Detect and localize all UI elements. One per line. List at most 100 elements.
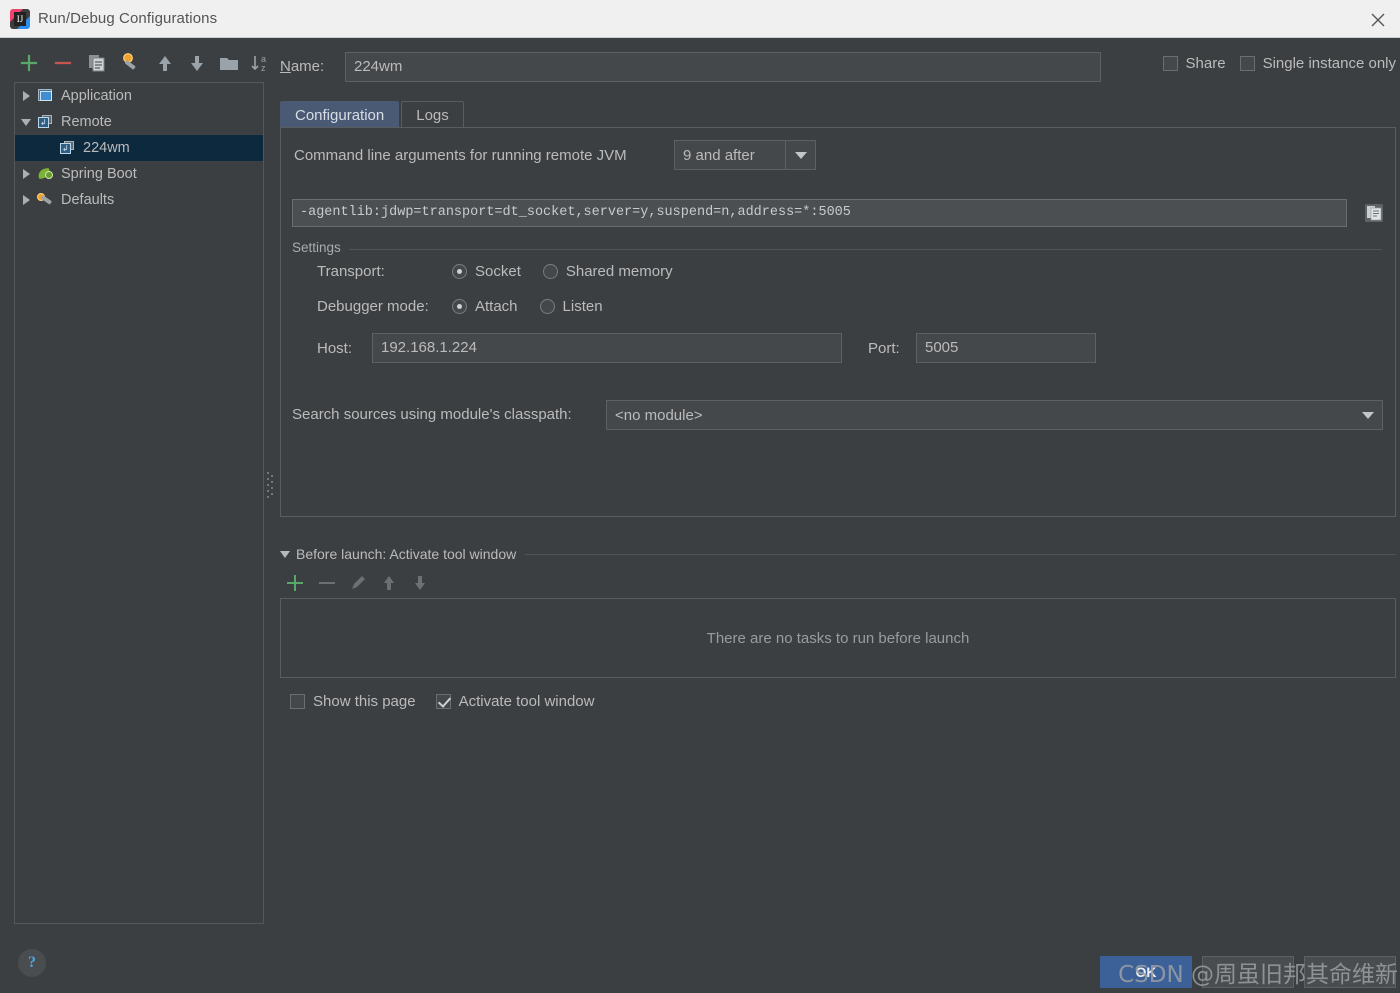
port-input[interactable]: 5005 (916, 333, 1096, 363)
tree-item-224wm[interactable]: ↲ 224wm (15, 135, 263, 161)
debugger-mode-label: Debugger mode: (317, 298, 429, 315)
copy-configuration-button[interactable] (84, 50, 110, 76)
remove-task-button[interactable] (315, 571, 339, 595)
show-this-page-label: Show this page (313, 693, 416, 710)
single-instance-checkbox[interactable]: Single instance only (1239, 55, 1396, 72)
module-classpath-value: <no module> (615, 406, 703, 424)
svg-text:z: z (261, 63, 266, 73)
share-checkbox[interactable]: Share (1162, 55, 1226, 72)
port-label: Port: (868, 339, 900, 357)
move-up-button[interactable] (152, 50, 178, 76)
debugger-mode-attach-radio[interactable]: Attach (452, 298, 518, 315)
help-icon: ? (28, 954, 36, 971)
transport-socket-radio[interactable]: Socket (452, 263, 521, 280)
expand-arrow-icon[interactable] (15, 195, 37, 205)
application-icon (37, 88, 55, 104)
name-input[interactable]: 224wm (345, 52, 1101, 82)
move-task-down-button[interactable] (408, 571, 432, 595)
transport-socket-label: Socket (475, 263, 521, 280)
chevron-down-icon[interactable] (1354, 401, 1382, 429)
new-folder-button[interactable] (216, 50, 242, 76)
tree-item-application[interactable]: Application (15, 83, 263, 109)
show-this-page-checkbox[interactable]: Show this page (290, 693, 416, 710)
ok-button[interactable]: OK (1100, 956, 1192, 988)
wrench-icon (37, 192, 55, 208)
jdk-version-dropdown[interactable]: 9 and after (674, 140, 816, 170)
transport-row: Transport: Socket Shared memory (317, 263, 673, 280)
jvm-arguments-field[interactable]: -agentlib:jdwp=transport=dt_socket,serve… (292, 199, 1347, 227)
tree-item-remote[interactable]: ↲ Remote (15, 109, 263, 135)
title-bar: IJ Run/Debug Configurations (0, 0, 1400, 38)
activate-tool-window-checkbox[interactable]: Activate tool window (435, 693, 595, 710)
tree-item-label: Spring Boot (61, 166, 137, 182)
host-port-row: Host: 192.168.1.224 Port: 5005 (317, 333, 1096, 363)
chevron-down-icon[interactable] (785, 141, 815, 169)
move-task-up-button[interactable] (377, 571, 401, 595)
before-launch-empty-text: There are no tasks to run before launch (706, 629, 970, 647)
single-instance-checkbox-box[interactable] (1239, 56, 1255, 71)
transport-shared-memory-radio-box[interactable] (542, 264, 558, 279)
pencil-icon[interactable] (346, 571, 370, 595)
share-checkbox-box[interactable] (1162, 56, 1178, 71)
transport-shared-memory-radio[interactable]: Shared memory (542, 263, 673, 280)
debugger-mode-row: Debugger mode: Attach Listen (317, 298, 603, 315)
debugger-mode-listen-radio-box[interactable] (539, 299, 555, 314)
before-launch-header: Before launch: Activate tool window (280, 545, 1396, 563)
spring-boot-icon (37, 166, 55, 182)
expand-arrow-icon[interactable] (15, 169, 37, 179)
tree-item-label: Remote (61, 114, 112, 130)
debugger-mode-listen-label: Listen (562, 298, 603, 315)
add-configuration-button[interactable] (16, 50, 42, 76)
debugger-mode-attach-label: Attach (475, 298, 518, 315)
edit-defaults-button[interactable] (118, 50, 144, 76)
cancel-button[interactable]: Cancel (1202, 956, 1294, 988)
command-line-arguments-label: Command line arguments for running remot… (294, 147, 627, 164)
move-down-button[interactable] (184, 50, 210, 76)
share-label: Share (1185, 55, 1226, 72)
tree-item-label: Defaults (61, 192, 115, 208)
tab-configuration[interactable]: Configuration (280, 101, 400, 128)
dialog-buttons: OK Cancel Apply (1100, 956, 1396, 988)
panel-splitter-handle[interactable] (264, 470, 274, 506)
transport-socket-radio-box[interactable] (452, 264, 467, 279)
collapse-arrow-icon[interactable] (15, 118, 37, 126)
host-input[interactable]: 192.168.1.224 (372, 333, 842, 363)
add-task-button[interactable] (283, 571, 307, 595)
help-button[interactable]: ? (18, 949, 46, 977)
remote-icon: ↲ (37, 114, 55, 130)
single-instance-label: Single instance only (1262, 55, 1396, 72)
run-debug-configurations-dialog: IJ Run/Debug Configurations a z Applicat… (0, 0, 1400, 993)
header-checkboxes: Share Single instance only (1162, 55, 1396, 72)
collapse-arrow-icon[interactable] (280, 550, 290, 558)
before-launch-checkboxes: Show this page Activate tool window (290, 693, 594, 710)
sort-alpha-icon[interactable]: a z (248, 50, 274, 76)
activate-tool-window-label: Activate tool window (458, 693, 595, 710)
remove-configuration-button[interactable] (50, 50, 76, 76)
name-label: Name: (280, 58, 325, 75)
settings-group-title: Settings (292, 240, 349, 255)
intellij-idea-icon: IJ (10, 9, 30, 29)
debugger-mode-listen-radio[interactable]: Listen (539, 298, 603, 315)
configurations-tree[interactable]: Application ↲ Remote ↲ 224wm Spring Boot (14, 82, 264, 924)
tab-bar: Configuration Logs (280, 100, 464, 128)
before-launch-title: Before launch: Activate tool window (296, 546, 517, 562)
tree-item-label: 224wm (83, 140, 130, 156)
before-launch-toolbar (283, 571, 683, 597)
copy-to-clipboard-icon[interactable] (1360, 199, 1388, 227)
host-label: Host: (317, 339, 353, 357)
tree-item-defaults[interactable]: Defaults (15, 187, 263, 213)
jdk-version-value: 9 and after (683, 146, 755, 164)
module-classpath-row: Search sources using module's classpath: (292, 406, 572, 423)
debugger-mode-attach-radio-box[interactable] (452, 299, 467, 314)
module-classpath-dropdown[interactable]: <no module> (606, 400, 1383, 430)
transport-shared-memory-label: Shared memory (565, 263, 673, 280)
apply-button[interactable]: Apply (1304, 956, 1396, 988)
before-launch-task-list[interactable]: There are no tasks to run before launch (280, 598, 1396, 678)
expand-arrow-icon[interactable] (15, 91, 37, 101)
close-icon[interactable] (1356, 0, 1400, 38)
remote-icon: ↲ (59, 140, 77, 156)
activate-tool-window-checkbox-box[interactable] (435, 694, 451, 709)
tree-item-spring-boot[interactable]: Spring Boot (15, 161, 263, 187)
tab-logs[interactable]: Logs (401, 101, 464, 128)
show-this-page-checkbox-box[interactable] (290, 694, 305, 709)
